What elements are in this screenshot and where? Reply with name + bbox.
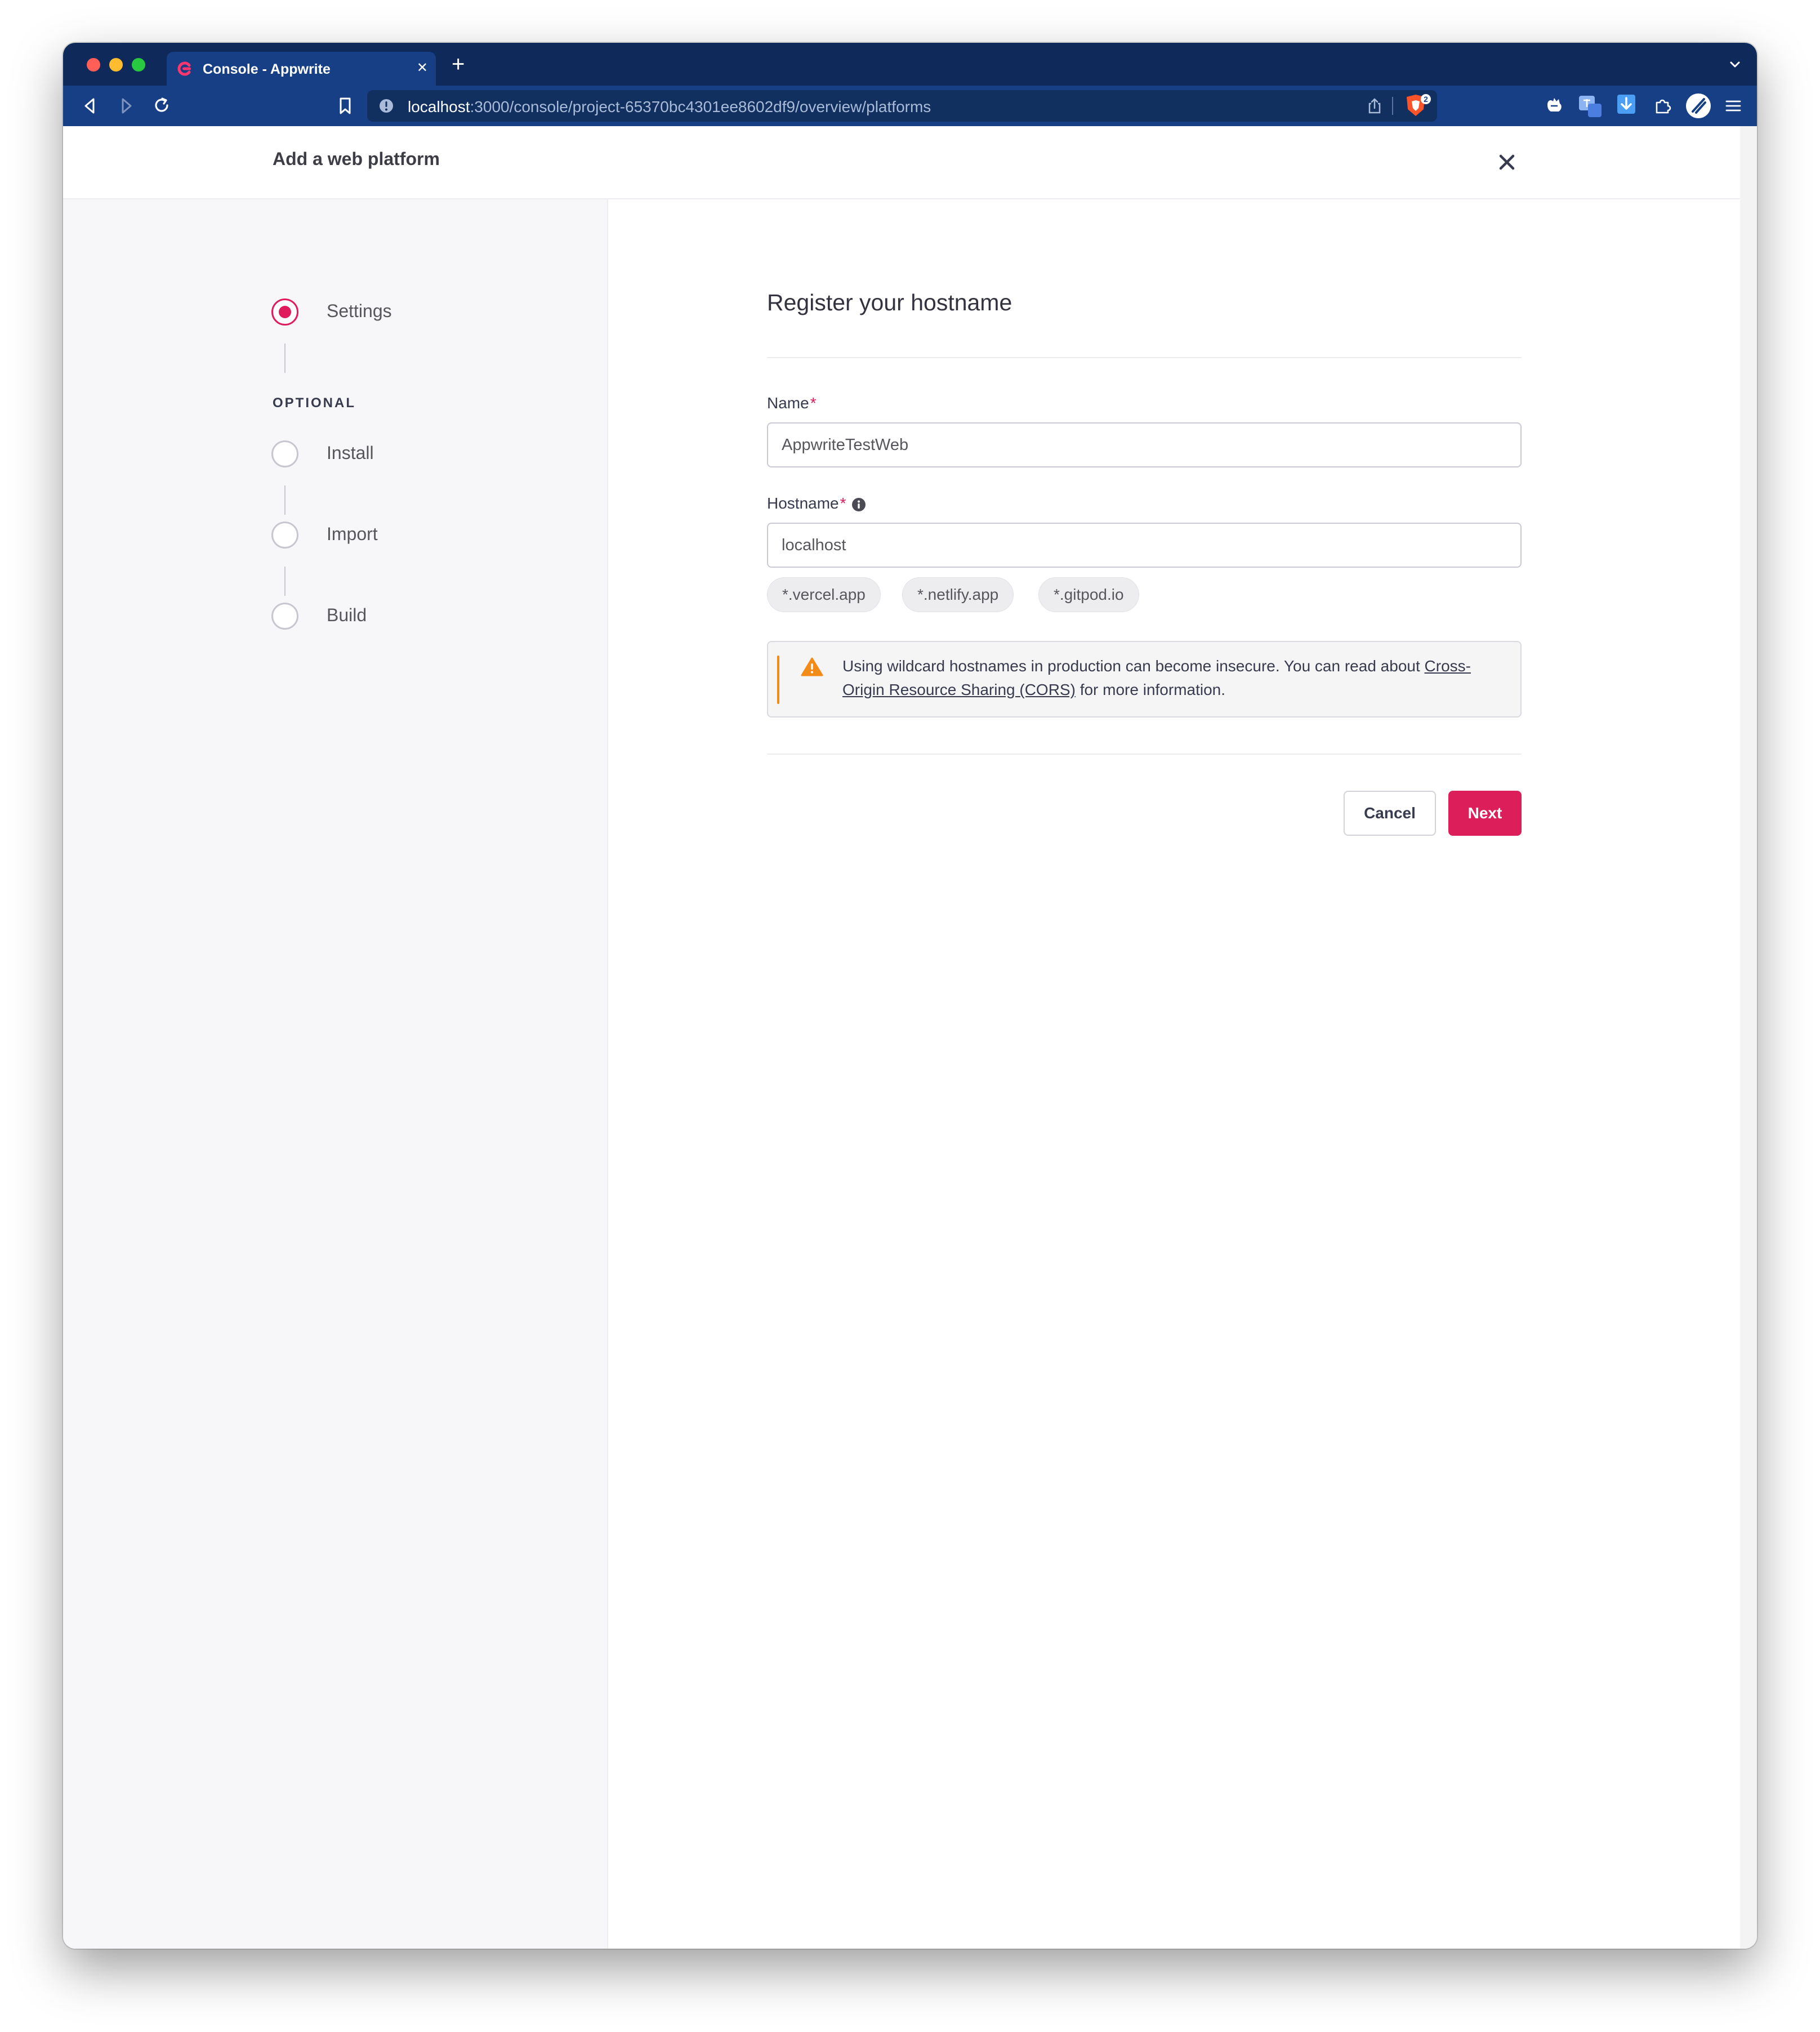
info-icon[interactable] [851,497,866,512]
browser-tab[interactable]: Console - Appwrite ✕ [167,52,436,86]
optional-label: OPTIONAL [273,395,356,411]
modal-header: Add a web platform [63,126,1757,199]
hand-extension-icon[interactable] [1543,95,1565,117]
brave-badge-count: 2 [1424,95,1428,104]
url-text: localhost:3000/console/project-65370bc43… [408,98,931,116]
brave-shields-icon[interactable]: 2 [1402,93,1433,118]
step-connector [284,344,286,373]
bookmark-icon[interactable] [336,96,355,116]
address-bar-divider [1392,97,1393,115]
step-build-label: Build [327,605,367,625]
form-title: Register your hostname [767,289,1012,315]
page-title: Add a web platform [273,149,440,169]
step-settings-indicator [271,298,298,326]
tab-title: Console - Appwrite [203,61,331,77]
address-bar[interactable]: localhost:3000/console/project-65370bc43… [367,90,1437,122]
menu-icon[interactable] [1724,97,1742,115]
close-window-button[interactable] [87,58,100,72]
divider [767,754,1522,755]
hostname-suggestion-chip[interactable]: *.vercel.app [767,577,881,612]
step-install-label: Install [327,443,374,463]
wildcard-warning-alert: Using wildcard hostnames in production c… [767,641,1522,718]
next-button[interactable]: Next [1448,791,1522,836]
hostname-input[interactable] [767,523,1522,568]
step-settings-label: Settings [327,301,392,321]
hostname-suggestion-chip[interactable]: *.gitpod.io [1038,577,1139,612]
back-icon[interactable] [80,96,100,116]
scrollbar-track[interactable] [1740,126,1757,1949]
share-icon[interactable] [1366,97,1383,115]
chevron-down-icon[interactable] [1727,56,1743,73]
step-connector [284,567,286,596]
tab-bar: Console - Appwrite ✕ + [63,43,1757,86]
required-marker: * [810,394,817,412]
reload-icon[interactable] [151,95,172,116]
alert-accent-bar [777,656,779,704]
download-icon[interactable] [1615,93,1638,118]
step-connector [284,485,286,515]
zoom-window-button[interactable] [132,58,145,72]
extensions-puzzle-icon[interactable] [1652,96,1672,116]
translate-extension-icon[interactable] [1578,93,1604,119]
site-info-icon[interactable] [378,98,394,114]
divider [767,357,1522,358]
step-build-indicator [271,603,298,630]
browser-toolbar: localhost:3000/console/project-65370bc43… [63,86,1757,126]
cancel-button[interactable]: Cancel [1344,791,1436,836]
hostname-suggestion-chip[interactable]: *.netlify.app [902,577,1014,612]
url-host: localhost [408,98,470,115]
alert-message: Using wildcard hostnames in production c… [842,654,1507,702]
url-path: :3000/console/project-65370bc4301ee8602d… [470,98,931,115]
close-icon[interactable] [1496,151,1518,173]
minimize-window-button[interactable] [109,58,123,72]
alert-text: Using wildcard hostnames in production c… [842,657,1425,675]
page: Add a web platform Settings OPTIONAL Ins… [63,126,1757,1949]
new-tab-icon[interactable]: + [452,53,465,75]
appwrite-logo-icon [177,61,191,76]
hostname-label: Hostname* [767,494,846,513]
name-label-text: Name [767,394,809,412]
step-import-indicator [271,522,298,549]
warning-icon [801,657,823,676]
required-marker: * [840,494,846,512]
name-label: Name* [767,394,817,412]
tab-close-icon[interactable]: ✕ [417,61,428,75]
name-input[interactable] [767,422,1522,467]
step-install-indicator [271,440,298,467]
forward-icon[interactable] [116,96,136,116]
step-import-label: Import [327,524,378,544]
wallet-icon[interactable] [1685,92,1712,119]
hostname-label-text: Hostname [767,494,839,512]
browser-window: Console - Appwrite ✕ + localhost:3000/co… [63,43,1757,1949]
alert-text: for more information. [1075,681,1226,698]
